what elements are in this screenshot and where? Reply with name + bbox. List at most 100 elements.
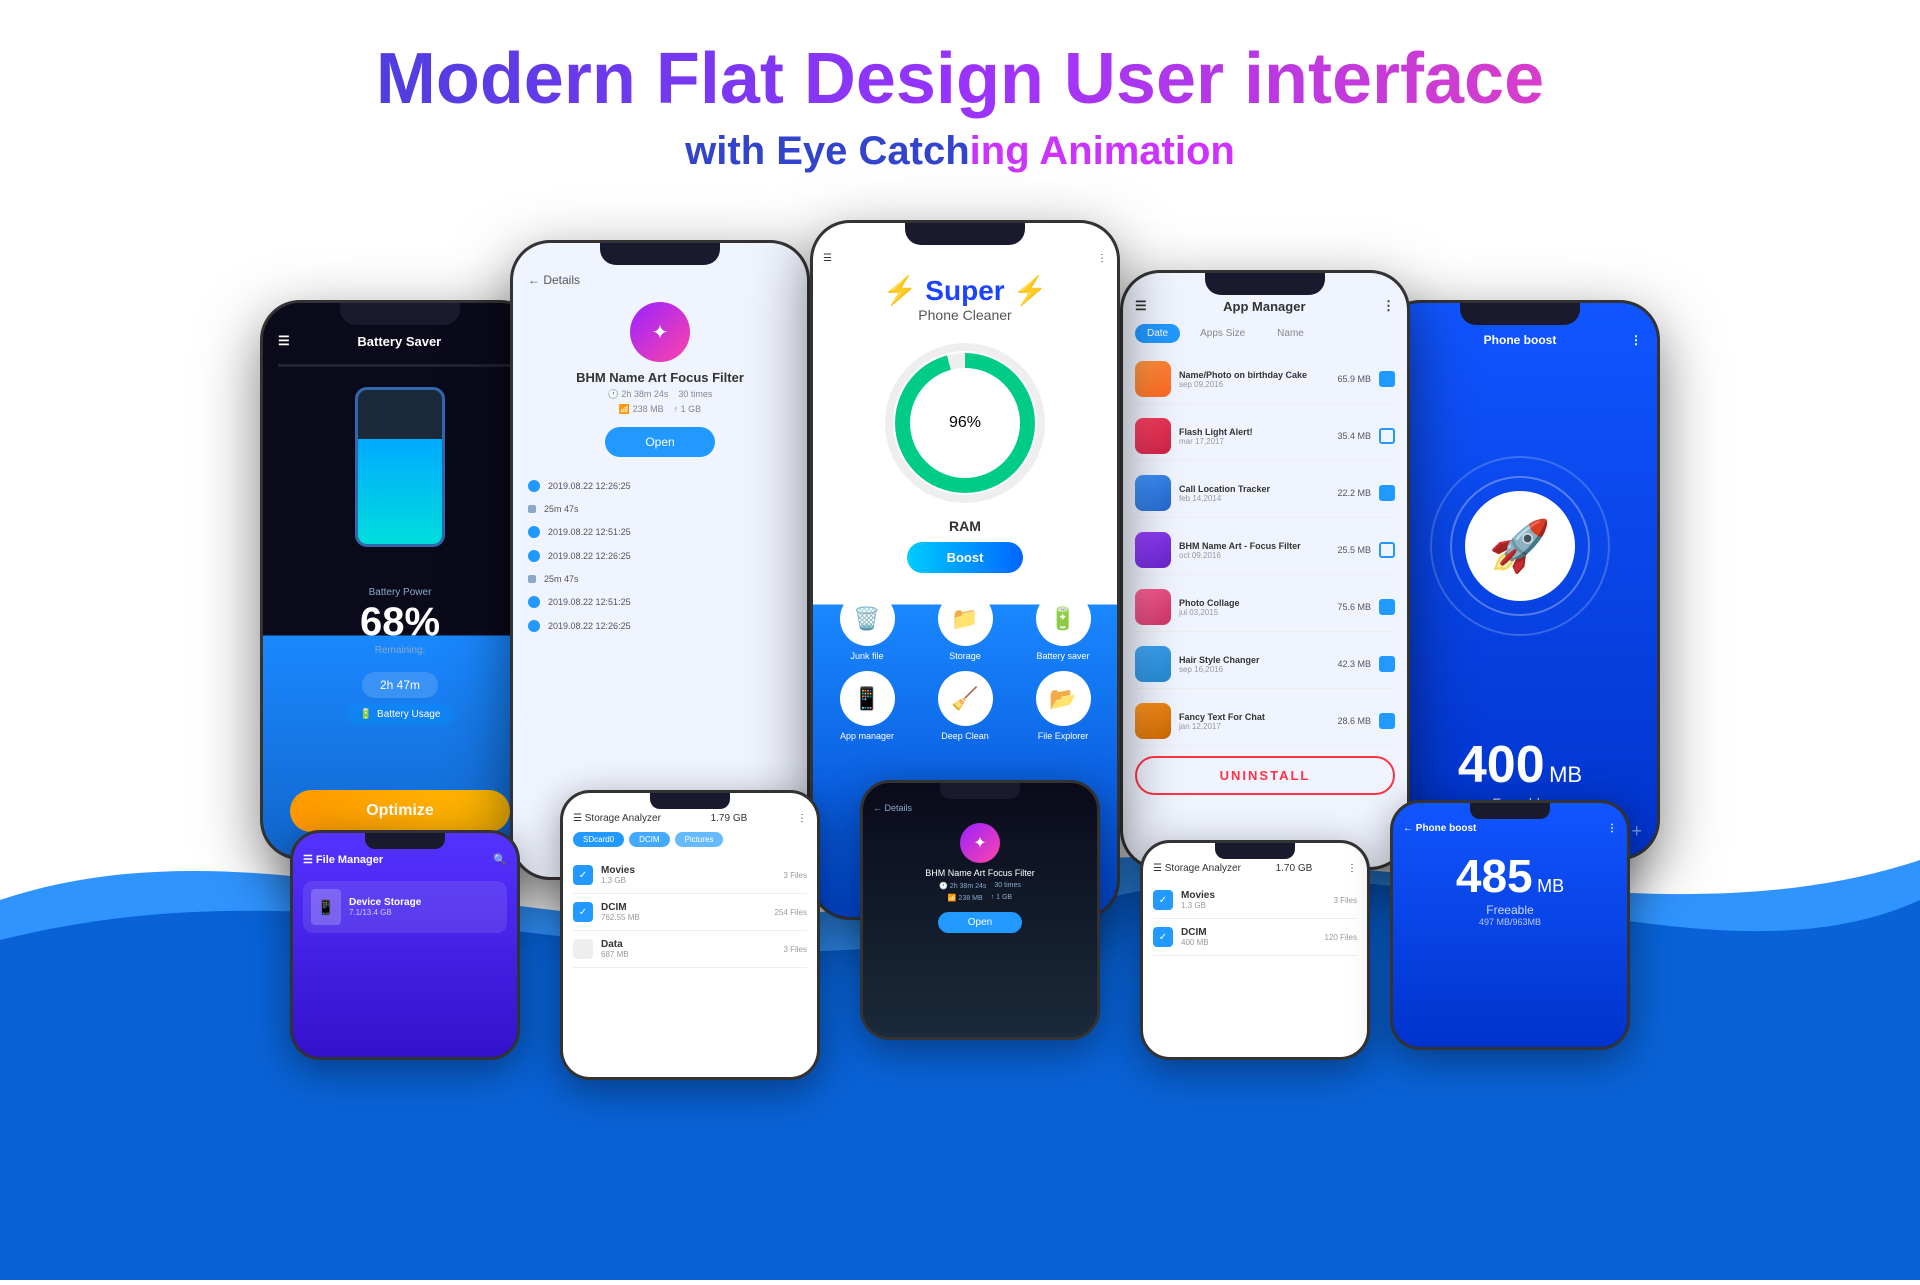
app-list-item: Fancy Text For Chat jan 12,2017 28.6 MB <box>1135 697 1395 746</box>
battery-saver-title: Battery Saver <box>357 334 441 349</box>
app-manager-tabs: Date Apps Size Name <box>1135 324 1395 343</box>
storage-icon: 📁 <box>938 591 993 646</box>
check-dcim[interactable]: ✓ <box>573 902 593 922</box>
phone-boost: ← Phone boost ⋮ 🚀 400 MB Fre <box>1380 300 1660 860</box>
app-manager-item[interactable]: 📱 App manager <box>823 671 911 741</box>
file-explorer-item[interactable]: 📂 File Explorer <box>1019 671 1107 741</box>
small-item-size-1: 1.3 GB <box>1181 901 1325 910</box>
battery-power-label: Battery Power <box>360 587 440 598</box>
movies-name: Movies <box>601 865 775 876</box>
freeable-number: 400 MB <box>1458 735 1582 795</box>
open-btn-bottom[interactable]: Open <box>938 912 1022 933</box>
storage-small-screen: ☰ Storage Analyzer 1.70 GB ⋮ ✓ Movies 1.… <box>1143 843 1367 1057</box>
open-app-button[interactable]: Open <box>605 427 714 457</box>
timeline-date-3: 2019.08.22 12:26:25 <box>548 551 631 561</box>
storage-item-dcim: ✓ DCIM 762.55 MB 254 Files <box>573 894 807 931</box>
check-small-2[interactable]: ✓ <box>1153 927 1173 947</box>
app-date-7: jan 12,2017 <box>1179 722 1329 731</box>
app-list-item: BHM Name Art - Focus Filter oct 09,2016 … <box>1135 526 1395 575</box>
app-icon-1 <box>1135 361 1171 397</box>
storage-small-item2: ✓ DCIM 400 MB 120 Files <box>1153 919 1357 956</box>
ram-percent-value: 96% <box>949 414 981 432</box>
battery-saver-icon-label: Battery saver <box>1036 651 1089 661</box>
timeline-duration-2: 25m 47s <box>544 574 579 584</box>
small-item-name-1: Movies <box>1181 890 1325 901</box>
app-checkbox-3[interactable] <box>1379 485 1395 501</box>
wifi-usage: 📶 238 MB <box>619 404 664 415</box>
app-icon-7 <box>1135 703 1171 739</box>
app-date-2: mar 17,2017 <box>1179 437 1329 446</box>
app-list-item: Flash Light Alert! mar 17,2017 35.4 MB <box>1135 412 1395 461</box>
details-bottom-screen: ← Details ✦ BHM Name Art Focus Filter 🕐 … <box>863 783 1097 1037</box>
breadcrumb-pictures[interactable]: Pictures <box>675 832 724 847</box>
timeline-date-2: 2019.08.22 12:51:25 <box>548 527 631 537</box>
storage-analyzer-header: ☰ Storage Analyzer 1.79 GB ⋮ <box>573 813 807 824</box>
tab-date[interactable]: Date <box>1135 324 1180 343</box>
back-arrow-boost-b: ← Phone boost <box>1403 823 1476 834</box>
battery-usage-button[interactable]: 🔋 Battery Usage <box>346 704 455 725</box>
app-name-bottom: BHM Name Art Focus Filter <box>873 868 1087 878</box>
app-checkbox-6[interactable] <box>1379 656 1395 672</box>
storage-item[interactable]: 📁 Storage <box>921 591 1009 661</box>
storage-file-size: 7.1/13.4 GB <box>349 908 499 917</box>
file-explorer-label: File Explorer <box>1038 731 1089 741</box>
phone-boost-bottom: ← Phone boost ⋮ 485 MB Freeable 497 MB/9… <box>1390 800 1630 1050</box>
junk-file-item[interactable]: 🗑️ Junk file <box>823 591 911 661</box>
boost-button[interactable]: Boost <box>907 542 1024 573</box>
movies-size: 1.3 GB <box>601 876 775 885</box>
battery-info: Battery Power 68% Remaining: <box>360 587 440 656</box>
app-opens: 30 times <box>678 389 712 400</box>
check-data[interactable] <box>573 939 593 959</box>
breadcrumb-dcim[interactable]: DCIM <box>629 832 669 847</box>
breadcrumb-bar: SDcard0 DCIM Pictures <box>573 832 807 847</box>
app-checkbox-1[interactable] <box>1379 371 1395 387</box>
time-stat-b: 🕐 2h 38m 24s <box>939 882 986 890</box>
back-arrow-icon[interactable]: ← Details <box>528 273 580 287</box>
app-list-item: Photo Collage jul 03,2015 75.6 MB <box>1135 583 1395 632</box>
app-checkbox-4[interactable] <box>1379 542 1395 558</box>
details-header: ← Details <box>528 273 792 287</box>
file-explorer-icon: 📂 <box>1036 671 1091 726</box>
app-manager-label: App manager <box>840 731 894 741</box>
breadcrumb-sdcard[interactable]: SDcard0 <box>573 832 624 847</box>
battery-time-button[interactable]: 2h 47m <box>362 672 438 698</box>
phone-boost-bottom-screen: ← Phone boost ⋮ 485 MB Freeable 497 MB/9… <box>1393 803 1627 1047</box>
app-stats-bottom: 🕐 2h 38m 24s 30 times <box>873 882 1087 890</box>
app-checkbox-5[interactable] <box>1379 599 1395 615</box>
data-usage: ↑ 1 GB <box>674 404 702 415</box>
timeline-date-5: 2019.08.22 12:26:25 <box>548 621 631 631</box>
file-manager-screen: ☰ File Manager 🔍 📱 Device Storage 7.1/13… <box>293 833 517 1057</box>
app-checkbox-2[interactable] <box>1379 428 1395 444</box>
check-movies[interactable]: ✓ <box>573 865 593 885</box>
small-item-info-2: DCIM 400 MB <box>1181 927 1317 947</box>
battery-fill <box>358 439 442 544</box>
app-data-stats: 📶 238 MB ↑ 1 GB <box>528 404 792 415</box>
main-title: Modern Flat Design User interface <box>20 40 1900 119</box>
app-icon-3 <box>1135 475 1171 511</box>
hamburger-icon-sa: ☰ Storage Analyzer <box>573 813 661 824</box>
app-icon-2 <box>1135 418 1171 454</box>
app-info-section: ✦ BHM Name Art Focus Filter 🕐 2h 38m 24s… <box>528 302 792 465</box>
rocket-area: 🚀 <box>1430 367 1610 725</box>
deep-clean-item[interactable]: 🧹 Deep Clean <box>921 671 1009 741</box>
app-icon-4 <box>1135 532 1171 568</box>
app-name-3: Call Location Tracker <box>1179 484 1329 494</box>
app-checkbox-7[interactable] <box>1379 713 1395 729</box>
search-icon-fm: 🔍 <box>493 853 507 866</box>
back-arrow-details-b[interactable]: ← Details <box>873 803 912 813</box>
junk-file-label: Junk file <box>850 651 883 661</box>
tab-apps-size[interactable]: Apps Size <box>1188 324 1257 343</box>
app-size-5: 75.6 MB <box>1337 602 1371 612</box>
tab-name[interactable]: Name <box>1265 324 1316 343</box>
phone-boost-bottom-header: ← Phone boost ⋮ <box>1403 823 1617 834</box>
battery-saver-item[interactable]: 🔋 Battery saver <box>1019 591 1107 661</box>
data-count: 3 Files <box>783 945 807 954</box>
timeline-dot-6 <box>528 596 540 608</box>
phone-details: ← Details ✦ BHM Name Art Focus Filter 🕐 … <box>510 240 810 880</box>
check-small-1[interactable]: ✓ <box>1153 890 1173 910</box>
junk-file-icon: 🗑️ <box>840 591 895 646</box>
phone-file-manager-bottom: ☰ File Manager 🔍 📱 Device Storage 7.1/13… <box>290 830 520 1060</box>
hamburger-icon: ☰ <box>278 333 290 349</box>
dcim-size: 762.55 MB <box>601 913 767 922</box>
app-icon: ✦ <box>630 302 690 362</box>
